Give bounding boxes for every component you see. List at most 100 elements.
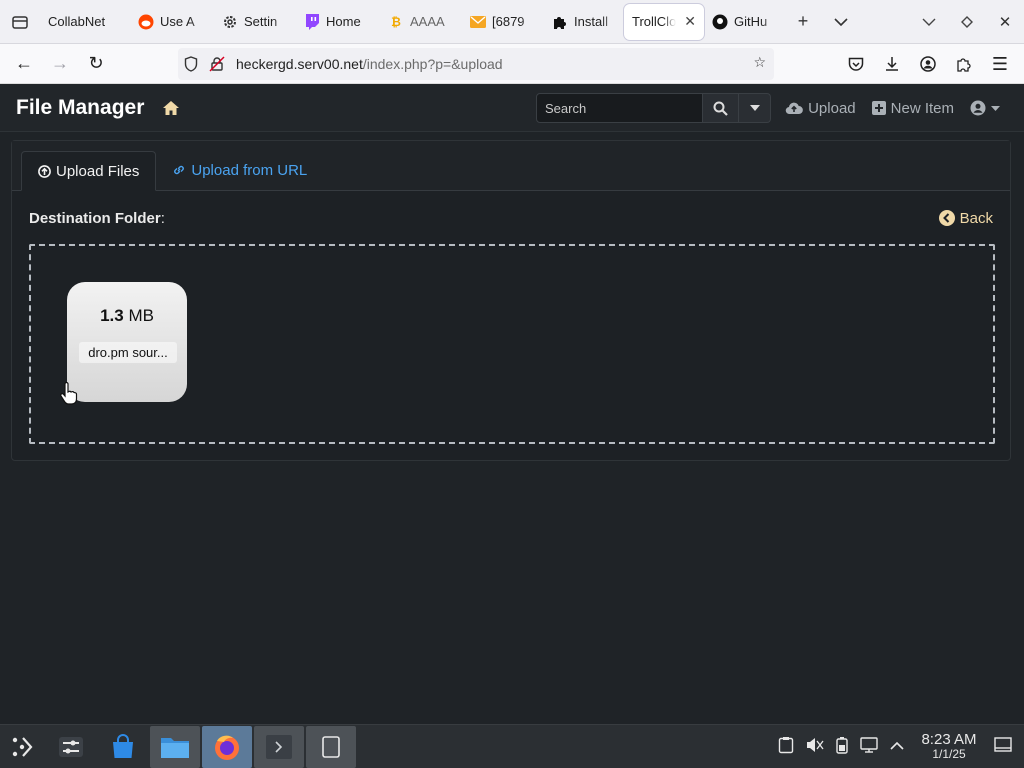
browser-tab-label: Install — [574, 14, 608, 29]
firefox-icon — [215, 735, 239, 760]
search-input[interactable] — [536, 93, 703, 123]
user-menu[interactable] — [970, 100, 1000, 116]
file-size-value: 1.3 — [100, 306, 124, 325]
caret-down-icon — [749, 105, 760, 111]
download-icon — [886, 57, 898, 71]
browser-tab-collabnet[interactable]: CollabNet — [40, 4, 130, 40]
pocket-icon — [848, 57, 864, 71]
uploaded-file-preview[interactable]: 1.3 MB dro.pm sour... — [67, 282, 187, 402]
upload-dropzone[interactable]: 1.3 MB dro.pm sour... — [29, 244, 995, 444]
terminal-icon — [266, 734, 292, 759]
browser-tab-github[interactable]: GitHu — [704, 4, 784, 40]
extensions-button[interactable] — [946, 46, 982, 82]
browser-navbar: ← → ↻ heckergd.serv00.net/index.php?p=&u… — [0, 44, 1024, 84]
clock[interactable]: 8:23 AM 1/1/25 — [916, 731, 982, 761]
show-desktop-icon[interactable] — [994, 736, 1012, 758]
file-size: 1.3 MB — [67, 306, 187, 326]
tab-upload-files-label: Upload Files — [56, 162, 140, 180]
insecure-lock-icon[interactable] — [204, 56, 230, 72]
back-label: Back — [959, 209, 993, 227]
header-nav: Upload New Item — [785, 84, 1000, 132]
search-button[interactable] — [703, 93, 739, 123]
hamburger-icon: ☰ — [991, 53, 1009, 74]
search-icon — [713, 101, 728, 116]
arrow-left-icon: ← — [15, 53, 33, 73]
minimize-button[interactable] — [910, 0, 948, 44]
app-launcher-button[interactable] — [0, 726, 44, 768]
upload-tabs: Upload Files Upload from URL — [12, 141, 1010, 191]
browser-tab-label: Use A — [160, 14, 195, 29]
tab-upload-url[interactable]: Upload from URL — [156, 150, 323, 190]
link-icon — [174, 165, 185, 175]
chevron-up-icon[interactable] — [890, 738, 904, 756]
back-link[interactable]: Back — [938, 209, 993, 227]
gear-icon — [222, 14, 238, 30]
taskbar: 8:23 AM 1/1/25 — [0, 724, 1024, 768]
search-group — [536, 93, 771, 123]
twitch-icon — [304, 13, 320, 30]
account-button[interactable] — [910, 46, 946, 82]
taskbar-settings-app[interactable] — [46, 726, 96, 768]
close-window-button[interactable]: ✕ — [986, 0, 1024, 44]
network-icon[interactable] — [860, 736, 878, 758]
tab-overflow-button[interactable] — [822, 0, 860, 44]
back-button[interactable]: ← — [6, 46, 42, 82]
puzzle-icon — [957, 58, 971, 72]
forward-button[interactable]: → — [42, 46, 78, 82]
pocket-button[interactable] — [838, 46, 874, 82]
cloud-upload-icon — [785, 102, 803, 115]
chevron-down-icon — [834, 17, 848, 26]
downloads-button[interactable] — [874, 46, 910, 82]
menu-button[interactable]: ☰ — [982, 46, 1018, 82]
volume-muted-icon[interactable] — [806, 737, 824, 758]
launcher-icon — [12, 736, 33, 757]
upload-nav-label: Upload — [808, 99, 856, 117]
taskbar-terminal-app[interactable] — [254, 725, 304, 768]
search-options-button[interactable] — [739, 93, 771, 123]
clock-time: 8:23 AM — [921, 731, 977, 748]
url-domain: heckergd.serv00.net — [236, 56, 363, 72]
new-tab-button[interactable]: + — [784, 0, 822, 44]
browser-tab-label: TrollClo — [632, 14, 677, 29]
browser-tab-label: GitHu — [734, 14, 768, 29]
taskbar-firefox-app[interactable] — [202, 725, 252, 768]
destination-row: Destination Folder: Back — [12, 191, 1010, 245]
arrow-right-icon: → — [51, 53, 69, 73]
puzzle-icon — [552, 14, 568, 30]
shield-icon[interactable] — [178, 56, 204, 72]
bookmark-star-icon[interactable]: ☆ — [753, 54, 766, 71]
clock-date: 1/1/25 — [932, 747, 966, 761]
browser-tab-trollclo[interactable]: TrollClo ✕ — [624, 3, 704, 40]
clipboard-icon[interactable] — [778, 736, 794, 759]
browser-tab-reddit[interactable]: Use A — [130, 4, 214, 40]
browser-tab-twitch[interactable]: Home — [296, 4, 380, 40]
browser-tab-aaaa[interactable]: ₿ AAAA — [380, 4, 462, 40]
close-tab-icon[interactable]: ✕ — [684, 13, 696, 30]
toolbar-right: ☰ — [838, 46, 1018, 82]
taskbar-files-app[interactable] — [150, 725, 200, 768]
upload-nav-link[interactable]: Upload — [785, 100, 856, 117]
browser-tab-mail[interactable]: [6879 — [462, 4, 544, 40]
destination-label-suffix: : — [160, 209, 165, 227]
app-header: File Manager Upload New Item — [0, 84, 1024, 132]
app-title[interactable]: File Manager — [16, 96, 144, 120]
tab-list-icon — [12, 15, 28, 29]
browser-tab-strip: CollabNet Use A Settin Home ₿ AAAA [6879… — [0, 0, 1024, 44]
chevron-down-icon — [922, 18, 936, 26]
tab-upload-files[interactable]: Upload Files — [21, 151, 157, 191]
taskbar-notes-app[interactable] — [306, 725, 356, 768]
reload-button[interactable]: ↻ — [78, 46, 114, 82]
maximize-button[interactable] — [948, 0, 986, 44]
taskbar-store-app[interactable] — [98, 726, 148, 768]
browser-tab-label: AAAA — [410, 14, 445, 29]
battery-icon[interactable] — [836, 736, 848, 759]
browser-tab-install[interactable]: Install — [544, 4, 624, 40]
github-icon — [712, 14, 728, 30]
url-bar[interactable]: heckergd.serv00.net/index.php?p=&upload … — [178, 48, 774, 80]
hand-cursor-icon — [60, 382, 78, 405]
browser-tab-settings[interactable]: Settin — [214, 4, 296, 40]
tab-upload-url-label: Upload from URL — [191, 161, 308, 179]
new-item-nav-link[interactable]: New Item — [871, 100, 954, 117]
home-icon[interactable] — [162, 100, 180, 116]
tab-list-button[interactable] — [0, 0, 40, 44]
